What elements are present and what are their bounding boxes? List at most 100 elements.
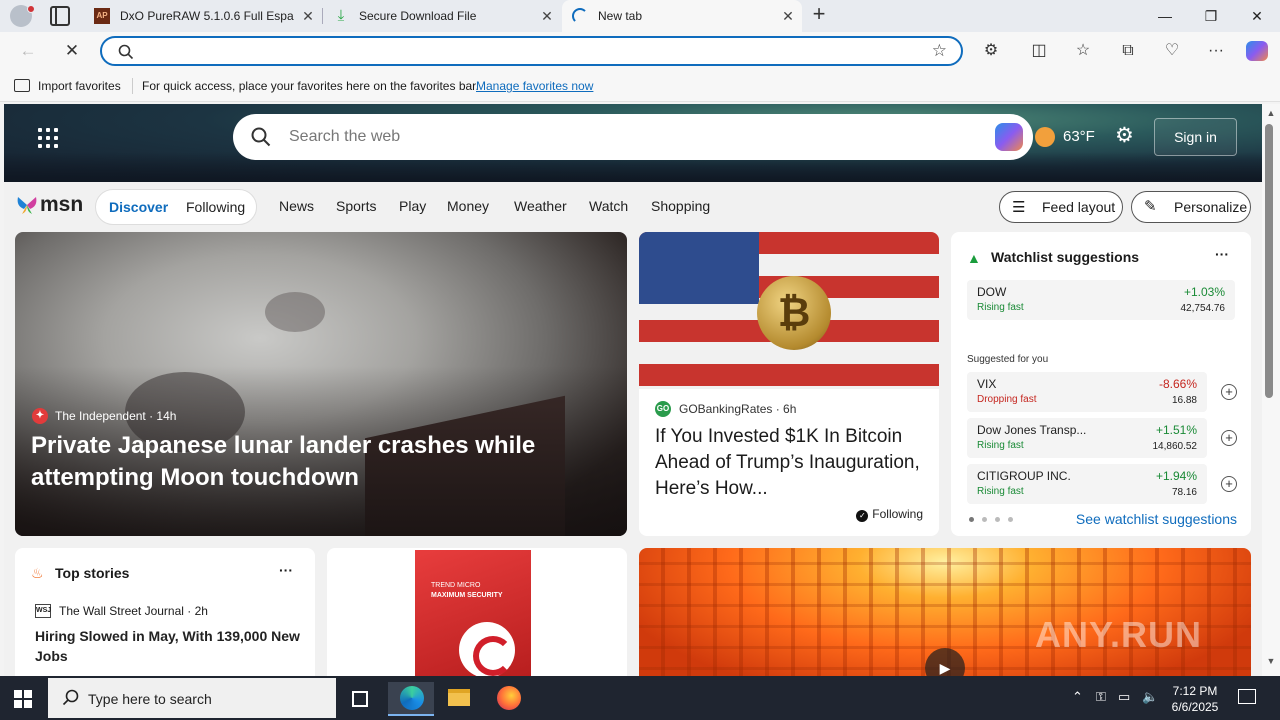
firefox-icon[interactable] [497, 686, 521, 710]
browser-essentials-icon[interactable]: ♡ [1160, 40, 1184, 62]
story-source[interactable]: The Independent · 14h [55, 409, 176, 423]
settings-gear-icon[interactable]: ⚙ [1115, 125, 1134, 146]
stock-name: VIX [977, 377, 997, 391]
add-to-watchlist-icon[interactable]: + [1221, 384, 1237, 400]
address-bar[interactable]: ☆ [100, 36, 963, 66]
carousel-dots[interactable] [969, 517, 1013, 522]
story-source[interactable]: The Wall Street Journal · 2h [59, 604, 208, 618]
personalize-button[interactable]: ✎ Personalize [1131, 191, 1251, 223]
carousel-dot[interactable] [1008, 517, 1013, 522]
stock-change: +1.03% [1183, 285, 1225, 299]
msn-logo[interactable]: msn [16, 193, 83, 217]
new-tab-button[interactable]: + [808, 3, 830, 26]
tab-actions-icon[interactable] [50, 6, 70, 26]
more-options-icon[interactable]: ··· [1215, 246, 1229, 262]
carousel-dot[interactable] [982, 517, 987, 522]
scrollbar-thumb[interactable] [1265, 124, 1273, 398]
web-search-box[interactable]: Search the web [233, 114, 1033, 160]
product-box-image: TREND MICRO MAXIMUM SECURITY [415, 550, 531, 676]
stock-row[interactable]: VIX Dropping fast -8.66% 16.88 + [967, 372, 1237, 412]
restore-button[interactable]: ❐ [1188, 0, 1234, 32]
stock-trend: Dropping fast [977, 394, 1037, 405]
carousel-dot[interactable] [969, 517, 974, 522]
more-options-icon[interactable]: ··· [279, 562, 293, 578]
nav-money[interactable]: Money [447, 198, 489, 214]
split-screen-icon[interactable]: ◫ [1027, 40, 1051, 62]
tab-following[interactable]: Following [186, 199, 245, 215]
story-title[interactable]: Hiring Slowed in May, With 139,000 New J… [35, 626, 305, 666]
ad-product: MAXIMUM SECURITY [431, 592, 503, 599]
story-title[interactable]: Private Japanese lunar lander crashes wh… [31, 430, 591, 494]
back-button[interactable]: ← [14, 38, 42, 64]
nav-play[interactable]: Play [399, 198, 426, 214]
nav-news[interactable]: News [279, 198, 314, 214]
lead-story-card[interactable]: ✦ The Independent · 14h Private Japanese… [15, 232, 627, 536]
stock-row[interactable]: DOW Rising fast +1.03% 42,754.76 [967, 280, 1235, 320]
watermark: ANY.RUN [1035, 614, 1203, 655]
notification-center-icon[interactable] [1238, 689, 1256, 704]
tab-strip: AP DxO PureRAW 5.1.0.6 Full Españo ✕ ⤓ S… [0, 0, 1280, 32]
network-icon[interactable]: ▭ [1118, 689, 1130, 705]
video-card[interactable]: ANY.RUN ▶ [639, 548, 1251, 676]
tab-close-icon[interactable]: ✕ [774, 8, 802, 25]
story-title[interactable]: If You Invested $1K In Bitcoin Ahead of … [655, 424, 927, 502]
tab-discover[interactable]: Discover [109, 199, 168, 215]
carousel-dot[interactable] [995, 517, 1000, 522]
stock-row[interactable]: Dow Jones Transp... Rising fast +1.51% 1… [967, 418, 1237, 458]
favorite-star-icon[interactable]: ☆ [932, 41, 947, 61]
personalize-icon: ✎ [1144, 198, 1157, 215]
manage-favorites-link[interactable]: Manage favorites now [476, 79, 593, 93]
app-launcher-icon[interactable] [38, 128, 58, 148]
collections-icon[interactable]: ⧉ [1116, 40, 1140, 62]
task-view-icon[interactable] [352, 691, 368, 707]
add-to-watchlist-icon[interactable]: + [1221, 476, 1237, 492]
windows-start-icon[interactable] [14, 690, 32, 708]
msn-butterfly-icon [17, 197, 37, 214]
edge-icon [400, 686, 424, 710]
tab-close-icon[interactable]: ✕ [294, 8, 322, 25]
tab-dxo[interactable]: AP DxO PureRAW 5.1.0.6 Full Españo ✕ [84, 0, 322, 32]
tab-title: New tab [598, 9, 643, 23]
stop-loading-button[interactable]: ✕ [58, 38, 86, 64]
trend-micro-ad[interactable]: TREND MICRO MAXIMUM SECURITY [327, 548, 627, 676]
story-source[interactable]: GOBankingRates · 6h [679, 402, 796, 416]
sign-in-button[interactable]: Sign in [1154, 118, 1237, 156]
volume-icon[interactable]: 🔈 [1142, 689, 1158, 705]
feed-tabs: Discover Following [95, 189, 257, 225]
tray-chevron-icon[interactable]: ⌃ [1072, 689, 1083, 705]
nav-sports[interactable]: Sports [336, 198, 376, 214]
taskbar-search[interactable]: Type here to search [48, 678, 336, 718]
see-watchlist-link[interactable]: See watchlist suggestions [1076, 511, 1237, 527]
minimize-button[interactable]: — [1142, 0, 1188, 32]
watchlist-card: ▲ Watchlist suggestions ··· DOW Rising f… [951, 232, 1251, 536]
favorites-icon[interactable]: ☆ [1071, 40, 1095, 62]
scroll-up-icon[interactable]: ▲ [1263, 108, 1279, 118]
tab-close-icon[interactable]: ✕ [533, 8, 561, 25]
taskbar: Type here to search ⌃ ⚿ ▭ 🔈 7:12 PM 6/6/… [0, 676, 1280, 720]
tab-new-tab[interactable]: New tab ✕ [562, 0, 802, 32]
copilot-icon[interactable] [1246, 41, 1268, 61]
weather-temperature[interactable]: 63°F [1063, 128, 1095, 145]
nav-shopping[interactable]: Shopping [651, 198, 710, 214]
copilot-search-icon[interactable] [995, 123, 1023, 151]
nav-watch[interactable]: Watch [589, 198, 628, 214]
stock-change: +1.51% [1155, 423, 1197, 437]
system-clock[interactable]: 7:12 PM 6/6/2025 [1166, 683, 1224, 715]
file-explorer-icon[interactable] [448, 689, 470, 706]
weather-sun-icon[interactable] [1035, 127, 1055, 147]
network-activity-icon[interactable]: ⚿ [1096, 689, 1106, 705]
tab-secure-download[interactable]: ⤓ Secure Download File ✕ [323, 0, 561, 32]
stock-row[interactable]: CITIGROUP INC. Rising fast +1.94% 78.16 … [967, 464, 1237, 504]
import-favorites-button[interactable]: Import favorites [38, 79, 121, 93]
nav-weather[interactable]: Weather [514, 198, 567, 214]
following-badge[interactable]: ✓ Following [856, 507, 923, 522]
bitcoin-story-card[interactable]: ₿ GO GOBankingRates · 6h If You Invested… [639, 232, 939, 536]
close-window-button[interactable]: ✕ [1234, 0, 1280, 32]
add-to-watchlist-icon[interactable]: + [1221, 430, 1237, 446]
feed-layout-button[interactable]: ☰ Feed layout [999, 191, 1123, 223]
msn-logo-text: msn [40, 193, 84, 216]
scroll-down-icon[interactable]: ▼ [1263, 656, 1279, 666]
stock-price: 16.88 [1171, 395, 1197, 406]
extensions-icon[interactable]: ⚙ [979, 40, 1003, 62]
more-menu-icon[interactable]: ··· [1204, 40, 1228, 62]
